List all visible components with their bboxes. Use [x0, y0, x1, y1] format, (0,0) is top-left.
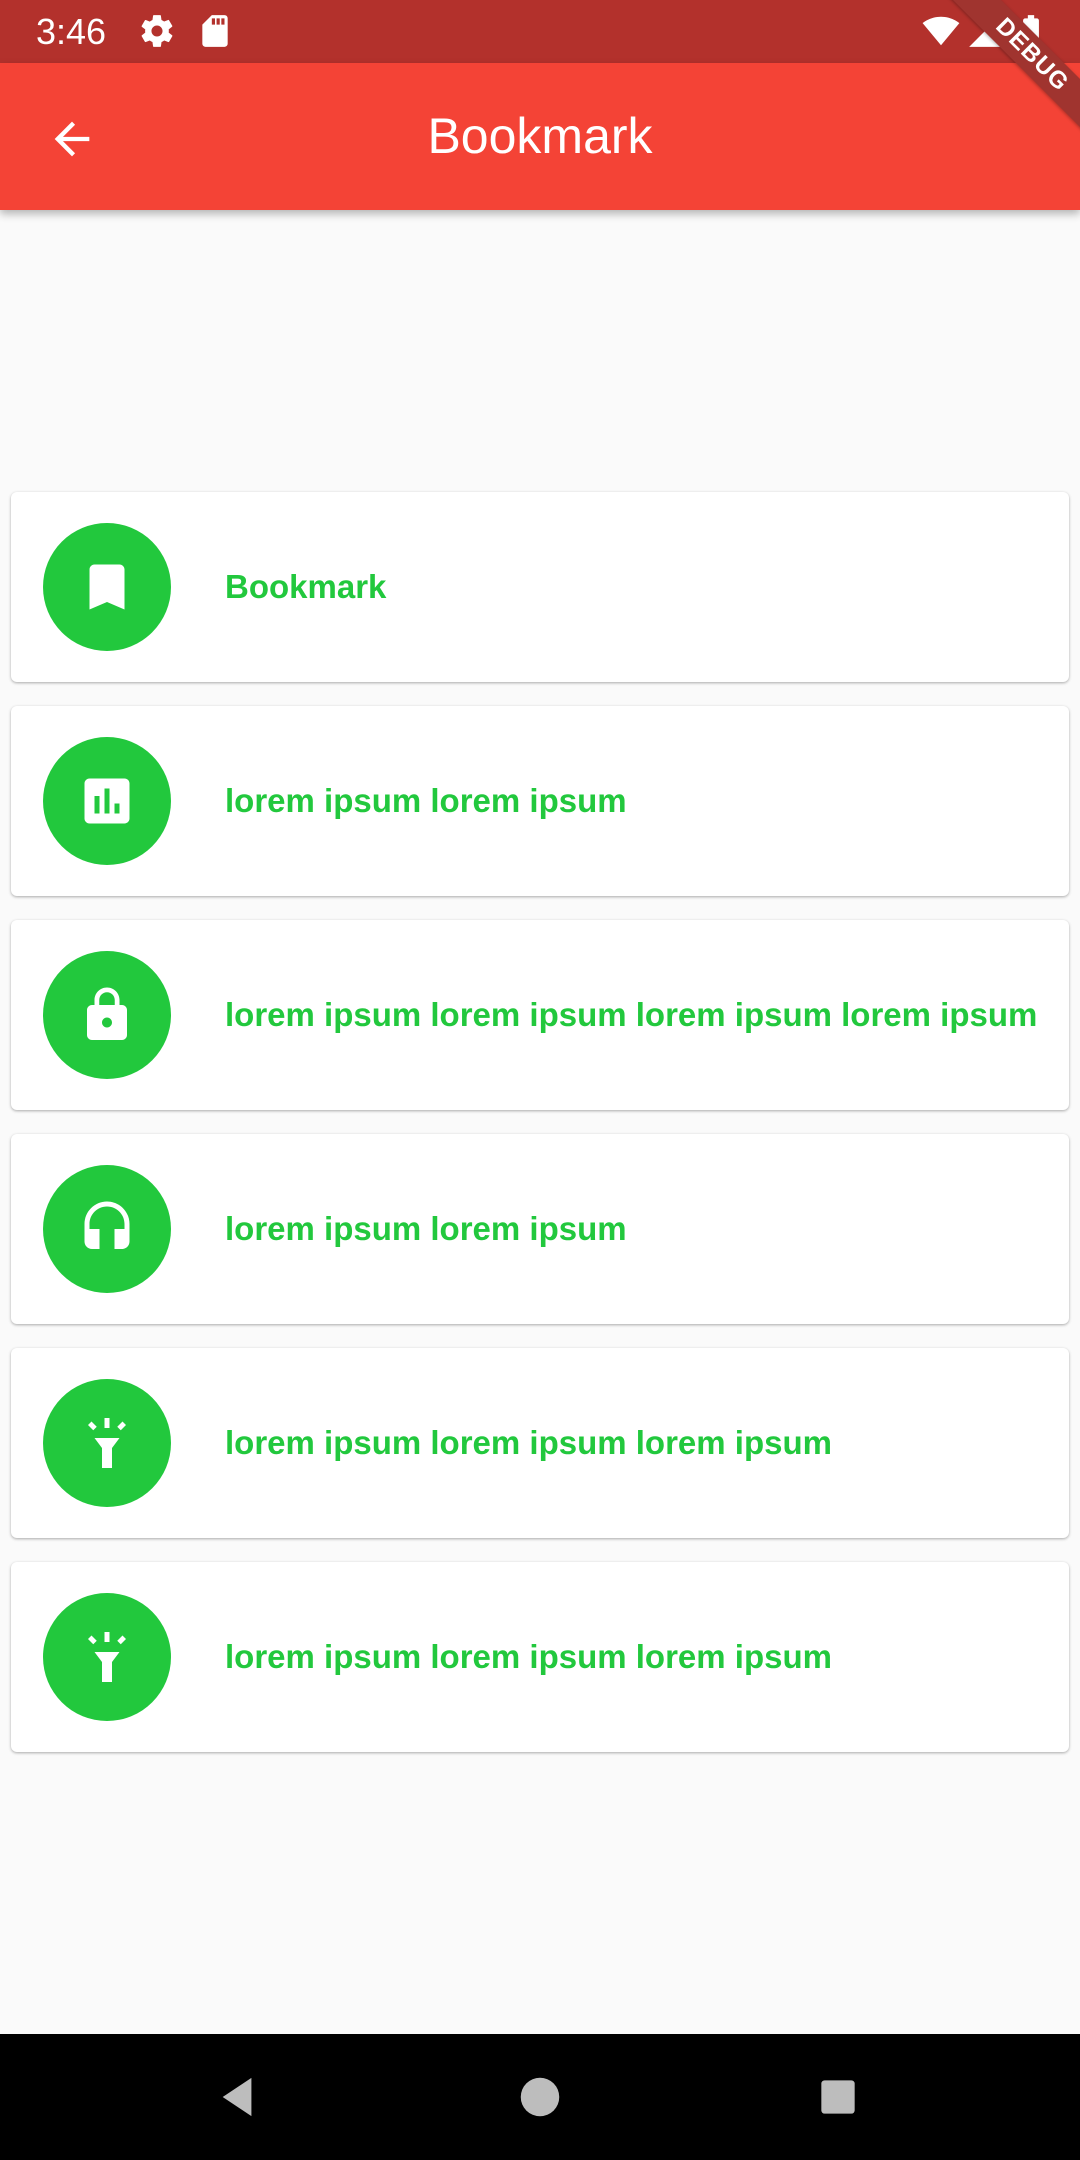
page-title: Bookmark [427, 108, 653, 164]
wifi-icon [920, 12, 962, 55]
item-avatar [43, 951, 171, 1079]
flashlight-icon [88, 1418, 126, 1468]
lock-icon [87, 987, 127, 1040]
system-nav-bar [0, 2034, 1080, 2160]
bookmark-list: Bookmark lorem ipsum lorem ipsum lorem i… [11, 492, 1069, 1776]
app-bar: Bookmark [0, 63, 1080, 210]
item-label: lorem ipsum lorem ipsum [225, 782, 627, 819]
bookmark-icon [89, 564, 125, 610]
nav-back-button[interactable] [208, 2067, 268, 2127]
list-item[interactable]: lorem ipsum lorem ipsum lorem ipsum [11, 1562, 1069, 1752]
item-label: lorem ipsum lorem ipsum lorem ipsum [225, 1638, 832, 1675]
nav-home-button[interactable] [510, 2067, 570, 2127]
status-bar: 3:46 [0, 0, 1080, 63]
back-triangle-icon [222, 2077, 252, 2117]
item-avatar [43, 1379, 171, 1507]
item-label: lorem ipsum lorem ipsum lorem ipsum [225, 1424, 832, 1461]
headset-icon [84, 1201, 130, 1249]
status-time: 3:46 [36, 11, 107, 52]
item-label: Bookmark [225, 568, 387, 605]
signal-icon [966, 12, 1004, 55]
item-avatar [43, 523, 171, 651]
poll-icon [84, 778, 130, 824]
list-item[interactable]: Bookmark [11, 492, 1069, 682]
settings-icon [138, 12, 176, 55]
sd-card-icon [196, 12, 234, 55]
item-avatar [43, 737, 171, 865]
list-item[interactable]: lorem ipsum lorem ipsum [11, 706, 1069, 896]
item-avatar [43, 1593, 171, 1721]
list-item[interactable]: lorem ipsum lorem ipsum lorem ipsum [11, 1348, 1069, 1538]
item-label: lorem ipsum lorem ipsum lorem ipsum lore… [225, 996, 1038, 1033]
nav-recents-button[interactable] [808, 2067, 868, 2127]
list-item[interactable]: lorem ipsum lorem ipsum lorem ipsum lore… [11, 920, 1069, 1110]
battery-icon [1012, 12, 1050, 55]
recents-square-icon [821, 2080, 855, 2114]
home-circle-icon [520, 2077, 560, 2117]
flashlight-icon [88, 1632, 126, 1682]
list-item[interactable]: lorem ipsum lorem ipsum [11, 1134, 1069, 1324]
item-label: lorem ipsum lorem ipsum [225, 1210, 627, 1247]
item-avatar [43, 1165, 171, 1293]
